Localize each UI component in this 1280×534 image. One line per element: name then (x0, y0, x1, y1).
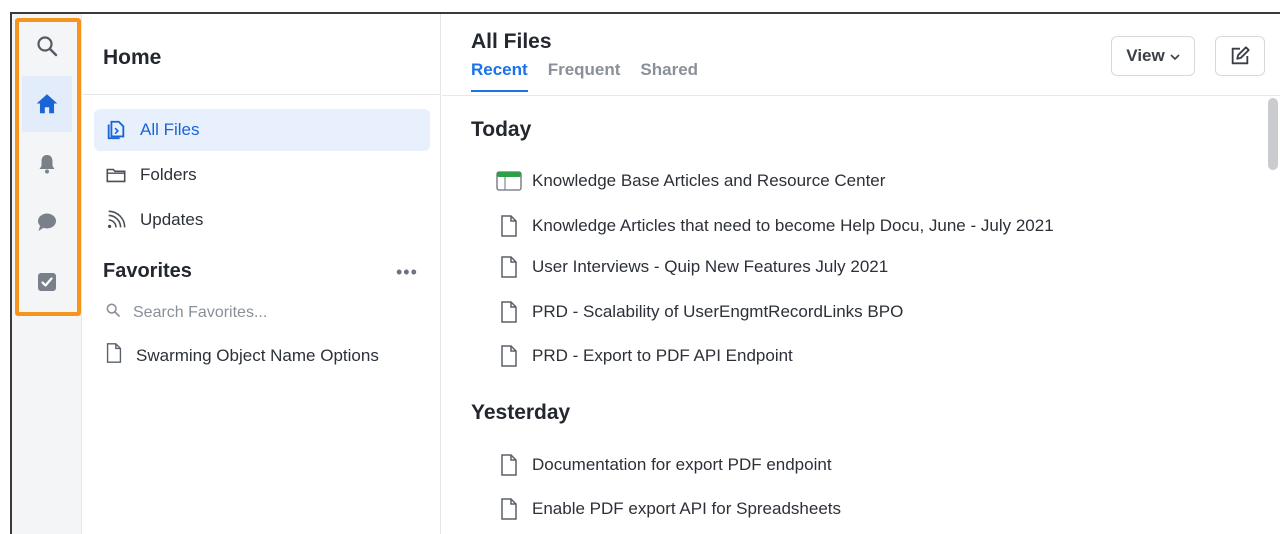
main-content: All Files Recent Frequent Shared View To… (442, 14, 1280, 534)
rail-tasks-button[interactable] (22, 254, 72, 310)
favorite-item[interactable]: Swarming Object Name Options (104, 342, 379, 369)
favorites-search-input[interactable]: Search Favorites... (133, 304, 267, 322)
file-row[interactable]: PRD - Scalability of UserEngmtRecordLink… (496, 299, 903, 325)
scrollbar-thumb[interactable] (1268, 98, 1278, 170)
document-icon (496, 496, 522, 522)
file-row[interactable]: User Interviews - Quip New Features July… (496, 254, 888, 280)
favorite-item-label: Swarming Object Name Options (136, 345, 379, 365)
page-title: All Files (471, 30, 552, 53)
chat-bubble-icon (38, 213, 56, 231)
all-files-icon (104, 118, 128, 142)
compose-icon (1231, 46, 1250, 65)
search-icon (37, 36, 58, 57)
rail-notifications-button[interactable] (22, 136, 72, 192)
nav-item-label: All Files (140, 120, 200, 139)
document-icon (496, 452, 522, 478)
file-name: Knowledge Base Articles and Resource Cen… (532, 171, 886, 190)
checkbox-icon (38, 273, 56, 291)
file-name: PRD - Export to PDF API Endpoint (532, 346, 793, 365)
view-button[interactable]: View (1111, 36, 1195, 76)
document-icon (104, 342, 124, 369)
nav-item-updates[interactable]: Updates (94, 199, 430, 241)
updates-icon (104, 208, 128, 232)
section-title-today: Today (471, 118, 532, 141)
section-title-yesterday: Yesterday (471, 401, 571, 424)
document-icon (496, 254, 522, 280)
favorites-more-button[interactable]: ••• (396, 262, 418, 283)
divider (442, 95, 1280, 96)
file-row[interactable]: Knowledge Articles that need to become H… (496, 213, 1054, 239)
file-row[interactable]: Documentation for export PDF endpoint (496, 452, 832, 478)
favorites-title: Favorites (103, 260, 192, 282)
bell-icon (39, 155, 55, 174)
folder-icon (104, 163, 128, 187)
document-icon (496, 299, 522, 325)
tab-frequent[interactable]: Frequent (548, 60, 621, 92)
tab-shared[interactable]: Shared (640, 60, 698, 92)
chevron-down-icon (1170, 46, 1180, 66)
home-panel: Home All Files Folders Updates Favorites… (83, 14, 441, 534)
nav-item-all-files[interactable]: All Files (94, 109, 430, 151)
file-name: Knowledge Articles that need to become H… (532, 216, 1054, 235)
favorites-search[interactable]: Search Favorites... (105, 302, 267, 323)
document-icon (496, 213, 522, 239)
file-name: User Interviews - Quip New Features July… (532, 257, 889, 276)
file-name: PRD - Scalability of UserEngmtRecordLink… (532, 302, 904, 321)
home-icon (36, 94, 58, 114)
tab-recent[interactable]: Recent (471, 60, 528, 92)
file-row[interactable]: Enable PDF export API for Spreadsheets (496, 496, 841, 522)
new-document-button[interactable] (1215, 36, 1265, 76)
search-icon (105, 302, 121, 323)
document-icon (496, 343, 522, 369)
nav-item-label: Folders (140, 165, 197, 184)
rail-messages-button[interactable] (22, 194, 72, 250)
app-window: Home All Files Folders Updates Favorites… (10, 12, 1280, 534)
file-tabs: Recent Frequent Shared (471, 60, 718, 92)
rail-home-button[interactable] (22, 76, 72, 132)
nav-item-label: Updates (140, 210, 204, 229)
view-button-label: View (1126, 46, 1165, 65)
home-title: Home (103, 46, 162, 69)
icon-rail (12, 14, 82, 534)
file-name: Enable PDF export API for Spreadsheets (532, 499, 842, 518)
nav-item-folders[interactable]: Folders (94, 154, 430, 196)
file-name: Documentation for export PDF endpoint (532, 455, 832, 474)
file-row[interactable]: Knowledge Base Articles and Resource Cen… (496, 168, 885, 194)
file-row[interactable]: PRD - Export to PDF API Endpoint (496, 343, 793, 369)
divider (83, 94, 440, 95)
rail-search-button[interactable] (22, 18, 72, 74)
spreadsheet-icon (496, 168, 522, 194)
